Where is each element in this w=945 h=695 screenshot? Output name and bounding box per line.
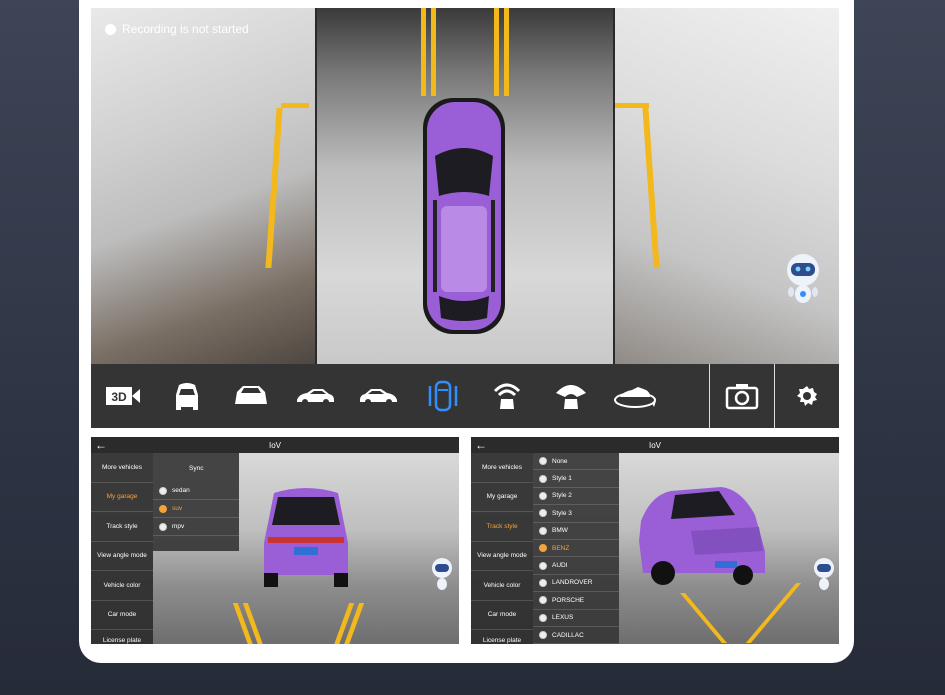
recording-status: Recording is not started xyxy=(105,22,249,36)
radio-icon xyxy=(539,509,547,518)
front-radar-button[interactable] xyxy=(475,364,539,428)
radio-icon xyxy=(539,631,547,640)
top-view-icon xyxy=(428,380,458,412)
track-style-submenu: None Style 1 Style 2 Style 3 BMW BENZ AU… xyxy=(533,453,619,644)
right-camera-pane xyxy=(614,8,839,364)
rear-view-button[interactable] xyxy=(219,364,283,428)
menu-item-more-vehicles[interactable]: More vehicles xyxy=(91,453,153,483)
menu-item-view-angle-mode[interactable]: View angle mode xyxy=(471,542,533,571)
menu-item-track-style[interactable]: Track style xyxy=(471,512,533,542)
option-benz[interactable]: BENZ xyxy=(533,540,619,558)
3d-view-button[interactable]: 3D xyxy=(91,364,155,428)
assistant-robot-icon[interactable] xyxy=(429,557,455,591)
radio-icon xyxy=(539,596,547,605)
suv-rear-model xyxy=(264,488,348,587)
pane-divider xyxy=(315,8,317,364)
camera-icon xyxy=(725,384,759,410)
settings-button[interactable] xyxy=(774,364,839,428)
right-view-icon xyxy=(360,389,397,405)
rear-radar-icon xyxy=(556,385,586,409)
menu-item-vehicle-color[interactable]: Vehicle color xyxy=(91,571,153,601)
back-arrow-icon[interactable]: ← xyxy=(95,438,107,452)
3d-label: 3D xyxy=(111,390,127,404)
radio-icon xyxy=(159,522,167,531)
option-lexus[interactable]: LEXUS xyxy=(533,610,619,627)
panel-title: IoV xyxy=(648,440,661,450)
radio-icon xyxy=(539,561,547,570)
settings-menu: More vehicles My garage Track style View… xyxy=(91,453,153,644)
right-view-button[interactable] xyxy=(347,364,411,428)
menu-item-license-plate[interactable]: License plate settings xyxy=(91,630,153,644)
surround-camera-view: Recording is not started 3D xyxy=(91,8,839,428)
front-view-icon xyxy=(176,383,198,410)
garage-settings-panel: ← IoV More vehicles My garage Track styl… xyxy=(91,437,459,644)
menu-item-my-garage[interactable]: My garage xyxy=(91,483,153,512)
option-landrover[interactable]: LANDROVER xyxy=(533,575,619,593)
option-porsche[interactable]: PORSCHE xyxy=(533,592,619,610)
settings-menu: More vehicles My garage Track style View… xyxy=(471,453,533,644)
option-cadillac[interactable]: CADILLAC xyxy=(533,627,619,644)
menu-item-car-mode[interactable]: Car mode xyxy=(471,601,533,630)
suv-side-rear-model xyxy=(639,487,765,585)
track-style-panel: ← IoV More vehicles My garage Track styl… xyxy=(471,437,839,644)
radio-icon xyxy=(539,578,547,587)
menu-item-car-mode[interactable]: Car mode xyxy=(91,601,153,630)
rear-view-icon xyxy=(235,386,267,404)
radio-icon xyxy=(539,544,547,553)
snapshot-button[interactable] xyxy=(709,364,774,428)
radio-icon xyxy=(539,526,547,535)
option-sedan[interactable]: sedan xyxy=(153,482,239,500)
option-style-1[interactable]: Style 1 xyxy=(533,470,619,488)
recording-dot-icon xyxy=(105,23,116,35)
front-view-button[interactable] xyxy=(155,364,219,428)
panel-title: IoV xyxy=(268,440,281,450)
radio-icon xyxy=(539,474,547,483)
left-view-icon xyxy=(297,389,334,405)
assistant-robot-icon[interactable] xyxy=(811,557,837,591)
panel-header: ← IoV xyxy=(91,437,459,453)
menu-item-license-plate[interactable]: License plate settings xyxy=(471,630,533,644)
camera-toolbar: 3D xyxy=(91,364,839,428)
menu-item-more-vehicles[interactable]: More vehicles xyxy=(471,453,533,483)
option-mpv[interactable]: mpv xyxy=(153,518,239,536)
assistant-robot-icon[interactable] xyxy=(781,252,825,308)
option-style-2[interactable]: Style 2 xyxy=(533,488,619,506)
option-suv[interactable]: suv xyxy=(153,500,239,518)
pane-divider xyxy=(613,8,615,364)
option-none[interactable]: None xyxy=(533,453,619,471)
gear-icon xyxy=(797,386,817,406)
menu-item-my-garage[interactable]: My garage xyxy=(471,483,533,512)
radio-icon xyxy=(539,491,547,500)
radio-icon xyxy=(159,504,167,513)
option-audi[interactable]: AUDI xyxy=(533,557,619,575)
left-view-button[interactable] xyxy=(283,364,347,428)
front-radar-icon xyxy=(493,383,521,409)
sync-label[interactable]: Sync xyxy=(153,453,239,482)
menu-item-vehicle-color[interactable]: Vehicle color xyxy=(471,571,533,601)
top-view-button[interactable] xyxy=(411,364,475,428)
3d-view-icon: 3D xyxy=(106,387,140,405)
option-bmw[interactable]: BMW xyxy=(533,523,619,540)
radio-icon xyxy=(159,486,167,495)
car-top-view xyxy=(423,98,505,334)
rear-radar-button[interactable] xyxy=(539,364,603,428)
option-style-3[interactable]: Style 3 xyxy=(533,505,619,523)
left-camera-pane xyxy=(91,8,316,364)
vehicle-type-submenu: Sync sedan suv mpv xyxy=(153,453,239,551)
rotate-view-icon xyxy=(614,387,656,408)
radio-icon xyxy=(539,613,547,622)
rotate-view-button[interactable] xyxy=(603,364,667,428)
radio-icon xyxy=(539,457,547,466)
panel-header: ← IoV xyxy=(471,437,839,453)
menu-item-view-angle-mode[interactable]: View angle mode xyxy=(91,542,153,571)
back-arrow-icon[interactable]: ← xyxy=(475,438,487,452)
menu-item-track-style[interactable]: Track style xyxy=(91,512,153,542)
